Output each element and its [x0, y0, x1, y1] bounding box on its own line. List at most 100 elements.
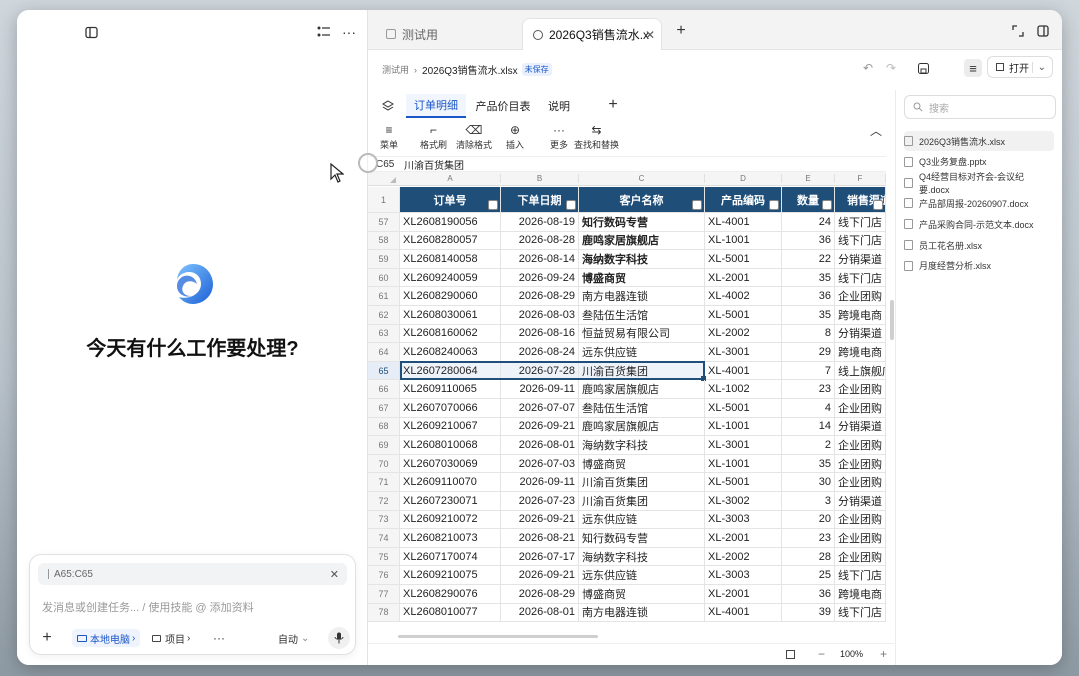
table-cell[interactable]: 线下门店	[835, 268, 886, 287]
split-view-icon[interactable]	[1034, 22, 1052, 40]
table-cell[interactable]: 20	[782, 510, 835, 529]
open-button[interactable]: 打开 ⌄	[987, 56, 1053, 78]
row-number[interactable]: 75	[368, 547, 400, 566]
column-letter[interactable]: A	[400, 174, 501, 183]
file-item[interactable]: 产品采购合同-示范文本.docx	[904, 214, 1054, 234]
table-cell[interactable]: 分销渠道	[835, 492, 886, 510]
table-cell[interactable]: 2026-09-21	[501, 417, 579, 436]
table-cell[interactable]: 知行数码专营	[579, 529, 705, 547]
table-cell[interactable]: XL-2002	[705, 547, 782, 566]
table-cell[interactable]: XL2607070066	[400, 399, 501, 417]
auto-mode-button[interactable]: 自动 ⌄	[278, 631, 309, 646]
table-cell[interactable]: XL2607230071	[400, 492, 501, 510]
table-cell[interactable]: 川渝百货集团	[579, 473, 705, 491]
new-tab-icon[interactable]: +	[672, 22, 690, 40]
column-letter[interactable]: D	[705, 174, 782, 183]
table-cell[interactable]: 2026-09-11	[501, 473, 579, 491]
table-cell[interactable]: 2026-08-28	[501, 231, 579, 250]
column-header[interactable]: 销售渠道	[835, 187, 886, 212]
row-number[interactable]: 57	[368, 213, 400, 231]
table-cell[interactable]: XL2609210075	[400, 566, 501, 584]
table-cell[interactable]: 2026-09-21	[501, 510, 579, 529]
row-number[interactable]: 71	[368, 473, 400, 491]
table-cell[interactable]: XL2607280064	[400, 361, 501, 380]
table-cell[interactable]: 海纳数字科技	[579, 547, 705, 566]
row-number[interactable]: 58	[368, 231, 400, 250]
table-cell[interactable]: 线下门店	[835, 213, 886, 231]
table-cell[interactable]: 29	[782, 343, 835, 361]
column-letter[interactable]: B	[501, 174, 579, 183]
table-cell[interactable]: 线上旗舰店	[835, 361, 886, 380]
zoom-out-icon[interactable]: −	[818, 647, 825, 661]
filter-icon[interactable]	[769, 200, 779, 210]
table-cell[interactable]: 企业团购	[835, 529, 886, 547]
chip-close-icon[interactable]: ✕	[330, 568, 339, 581]
table-cell[interactable]: 2026-08-01	[501, 436, 579, 454]
table-cell[interactable]: 30	[782, 473, 835, 491]
table-cell[interactable]: 36	[782, 585, 835, 603]
sheet-tab[interactable]: 订单明细	[406, 94, 466, 118]
table-cell[interactable]: 跨境电商	[835, 585, 886, 603]
column-letter[interactable]: C	[579, 174, 705, 183]
grid-view-icon[interactable]	[786, 650, 795, 659]
table-cell[interactable]: 36	[782, 287, 835, 305]
chevron-down-icon[interactable]: ⌄	[1031, 61, 1046, 73]
undo-icon[interactable]: ↶	[861, 61, 875, 75]
row-number[interactable]: 62	[368, 306, 400, 324]
file-item[interactable]: 员工花名册.xlsx	[904, 235, 1054, 255]
table-cell[interactable]: 远东供应链	[579, 510, 705, 529]
collapse-toolbar-icon[interactable]: ︿	[868, 122, 884, 138]
table-cell[interactable]: 远东供应链	[579, 343, 705, 361]
table-cell[interactable]: 分销渠道	[835, 417, 886, 436]
toolbar-find-replace-button[interactable]: ⇆ 查找和替换	[574, 122, 619, 151]
row-number[interactable]: 65	[368, 361, 400, 380]
table-cell[interactable]: XL-1001	[705, 417, 782, 436]
table-cell[interactable]: 企业团购	[835, 473, 886, 491]
table-cell[interactable]: XL-4001	[705, 213, 782, 231]
row-number[interactable]: 60	[368, 268, 400, 287]
table-cell[interactable]: XL-1001	[705, 231, 782, 250]
row-number[interactable]: 72	[368, 492, 400, 510]
table-cell[interactable]: XL2608190056	[400, 213, 501, 231]
table-cell[interactable]: XL-4002	[705, 287, 782, 305]
table-cell[interactable]: 2026-08-21	[501, 529, 579, 547]
tab-close-icon[interactable]: ✕	[645, 28, 655, 42]
row-number[interactable]: 73	[368, 510, 400, 529]
local-computer-button[interactable]: 本地电脑 ›	[72, 629, 141, 647]
tab-sales-file[interactable]: 2026Q3销售流水.xlsx ✕	[522, 18, 662, 50]
table-cell[interactable]: 企业团购	[835, 287, 886, 305]
add-sheet-icon[interactable]: +	[604, 96, 622, 114]
row-number[interactable]: 68	[368, 417, 400, 436]
table-cell[interactable]: 22	[782, 250, 835, 268]
table-cell[interactable]: 企业团购	[835, 399, 886, 417]
table-cell[interactable]: XL-3001	[705, 436, 782, 454]
table-cell[interactable]: XL-4001	[705, 361, 782, 380]
toolbar-eraser-button[interactable]: ⌫ 清除格式	[456, 122, 492, 151]
table-cell[interactable]: XL-4001	[705, 603, 782, 622]
table-cell[interactable]: 跨境电商	[835, 343, 886, 361]
table-cell[interactable]: XL2608030061	[400, 306, 501, 324]
table-cell[interactable]: 2026-07-03	[501, 454, 579, 473]
table-cell[interactable]: 28	[782, 547, 835, 566]
table-cell[interactable]: 博盛商贸	[579, 268, 705, 287]
file-item[interactable]: 月度经营分析.xlsx	[904, 256, 1054, 276]
file-search[interactable]: 搜索	[904, 95, 1056, 119]
column-header[interactable]: 数量	[782, 187, 835, 212]
table-cell[interactable]: 2026-09-21	[501, 566, 579, 584]
table-cell[interactable]: 企业团购	[835, 510, 886, 529]
table-cell[interactable]: 线下门店	[835, 603, 886, 622]
formula-value[interactable]: 川渝百货集团	[402, 157, 464, 172]
table-cell[interactable]: 企业团购	[835, 454, 886, 473]
table-cell[interactable]: 35	[782, 268, 835, 287]
table-cell[interactable]: XL2608160062	[400, 324, 501, 343]
column-header[interactable]: 产品编码	[705, 187, 782, 212]
row-number[interactable]: 69	[368, 436, 400, 454]
table-cell[interactable]: 海纳数字科技	[579, 436, 705, 454]
table-cell[interactable]: XL2609210072	[400, 510, 501, 529]
table-cell[interactable]: XL-5001	[705, 473, 782, 491]
table-cell[interactable]: XL2607030069	[400, 454, 501, 473]
table-cell[interactable]: XL-3003	[705, 510, 782, 529]
row-number[interactable]: 59	[368, 250, 400, 268]
table-cell[interactable]: 2026-08-19	[501, 213, 579, 231]
breadcrumb-root[interactable]: 测试用	[382, 63, 409, 76]
